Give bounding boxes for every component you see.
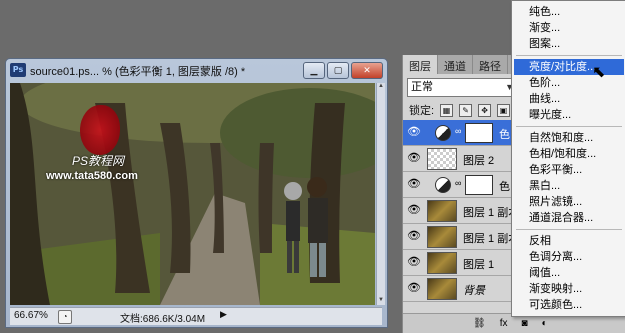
menu-item-photo-filter[interactable]: 照片滤镜... [512, 194, 625, 210]
layer-thumbnail [427, 226, 457, 248]
menu-item-pattern[interactable]: 图案... [512, 36, 625, 52]
scroll-down-icon[interactable]: ▼ [377, 297, 385, 305]
menu-separator [516, 229, 622, 230]
layer-thumbnail [427, 252, 457, 274]
eye-icon[interactable]: 👁 [406, 125, 422, 139]
mouse-pointer-icon: ⬉ [592, 64, 606, 81]
status-info-icon[interactable]: ◔ [58, 310, 72, 324]
add-mask-icon[interactable]: ◙ [521, 318, 527, 329]
scroll-up-icon[interactable]: ▲ [377, 83, 385, 91]
blend-mode-select[interactable]: 正常 ▼ [407, 78, 517, 97]
menu-item-selective-color[interactable]: 可选颜色... [512, 297, 625, 313]
maximize-button[interactable]: ▢ [327, 62, 349, 79]
minimize-button[interactable]: ▁ [303, 62, 325, 79]
layer-name: 色 [499, 129, 510, 141]
layer-mask-thumbnail[interactable] [465, 175, 493, 195]
document-titlebar[interactable]: Ps source01.ps... % (色彩平衡 1, 图层蒙版 /8) * … [6, 59, 387, 81]
menu-item-brightness-contrast[interactable]: 亮度/对比度... [514, 59, 624, 75]
seal-logo [80, 105, 120, 155]
eye-icon[interactable]: 👁 [406, 255, 422, 269]
menu-item-solid-color[interactable]: 纯色... [512, 4, 625, 20]
tab-paths[interactable]: 路径 [473, 55, 508, 74]
lock-label: 锁定: [409, 105, 435, 117]
status-bar: 66.67% ◔ 文档:686.6K/3.04M ▶ [10, 307, 382, 325]
eye-icon[interactable]: 👁 [406, 203, 422, 217]
layer-thumbnail [427, 148, 457, 170]
forest-path-photo [10, 83, 375, 305]
layer-name: 图层 2 [463, 155, 495, 167]
adjustment-icon [435, 125, 451, 141]
menu-item-vibrance[interactable]: 自然饱和度... [512, 130, 625, 146]
layer-thumbnail [427, 200, 457, 222]
document-title: source01.ps... % (色彩平衡 1, 图层蒙版 /8) * [30, 66, 246, 78]
layer-mask-thumbnail[interactable] [465, 123, 493, 143]
menu-item-gradient[interactable]: 渐变... [512, 20, 625, 36]
menu-item-posterize[interactable]: 色调分离... [512, 249, 625, 265]
chain-link-icon[interactable]: ∞ [455, 126, 461, 136]
menu-separator [516, 55, 622, 56]
blend-mode-value: 正常 [411, 81, 433, 93]
chain-link-icon[interactable]: ∞ [455, 178, 461, 188]
menu-item-exposure[interactable]: 曝光度... [512, 107, 625, 123]
photoshop-icon: Ps [10, 63, 26, 77]
status-menu-arrow-icon[interactable]: ▶ [220, 309, 227, 320]
eye-icon[interactable]: 👁 [406, 177, 422, 191]
menu-item-curves[interactable]: 曲线... [512, 91, 625, 107]
eye-icon[interactable]: 👁 [406, 281, 422, 295]
menu-item-color-balance[interactable]: 色彩平衡... [512, 162, 625, 178]
adjustment-layer-menu: 纯色... 渐变... 图案... 亮度/对比度... 色阶... 曲线... … [511, 0, 625, 317]
menu-item-channel-mixer[interactable]: 通道混合器... [512, 210, 625, 226]
new-adjustment-icon[interactable]: ◐ [542, 318, 548, 329]
eye-icon[interactable]: 👁 [406, 151, 422, 165]
layer-thumbnail [427, 278, 457, 300]
zoom-level[interactable]: 66.67% [14, 310, 48, 321]
document-size: 文档:686.6K/3.04M [120, 314, 206, 325]
layer-style-icon[interactable]: fx [500, 318, 508, 329]
watermark-url: www.tata580.com [46, 170, 138, 182]
lock-transparency-icon[interactable]: ▦ [440, 103, 454, 117]
image-canvas[interactable] [10, 83, 375, 305]
link-layers-icon[interactable]: ⛓ [473, 318, 486, 329]
lock-paint-icon[interactable]: ✎ [459, 103, 473, 117]
lock-move-icon[interactable]: ✥ [478, 103, 492, 117]
layer-name: 背景 [463, 285, 485, 297]
adjustment-icon [435, 177, 451, 193]
menu-item-threshold[interactable]: 阈值... [512, 265, 625, 281]
lock-all-icon[interactable]: ▣ [497, 103, 511, 117]
eye-icon[interactable]: 👁 [406, 229, 422, 243]
close-button[interactable]: ✕ [351, 62, 383, 79]
vertical-scrollbar[interactable]: ▲ ▼ [376, 83, 385, 305]
tab-layers[interactable]: 图层 [403, 55, 438, 74]
layer-name: 色 [499, 181, 510, 193]
menu-item-levels[interactable]: 色阶... [512, 75, 625, 91]
lock-row: 锁定: ▦ ✎ ✥ ▣ [409, 102, 511, 118]
menu-item-black-white[interactable]: 黑白... [512, 178, 625, 194]
layer-name: 图层 1 [463, 259, 495, 271]
menu-item-invert[interactable]: 反相 [512, 233, 625, 249]
document-window: Ps source01.ps... % (色彩平衡 1, 图层蒙版 /8) * … [5, 58, 388, 328]
menu-separator [516, 126, 622, 127]
menu-item-gradient-map[interactable]: 渐变映射... [512, 281, 625, 297]
tab-channels[interactable]: 通道 [438, 55, 473, 74]
menu-item-hue-saturation[interactable]: 色相/饱和度... [512, 146, 625, 162]
watermark-site-name: PS教程网 [72, 154, 125, 168]
